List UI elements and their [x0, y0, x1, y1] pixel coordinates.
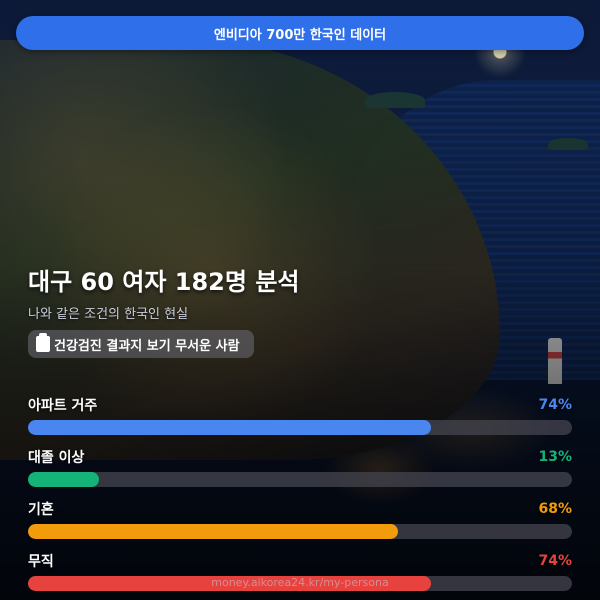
- top-banner[interactable]: 엔비디아 700만 한국인 데이터: [16, 16, 584, 50]
- stat-value: 74%: [538, 397, 572, 413]
- stat-label: 대졸 이상: [28, 450, 85, 466]
- persona-tag-text: 건강검진 결과지 보기 무서운 사람: [54, 338, 240, 354]
- stat-label: 기혼: [28, 502, 54, 518]
- progress-fill: [28, 472, 99, 487]
- persona-tag: 건강검진 결과지 보기 무서운 사람: [28, 330, 254, 358]
- stat-row-married: 기혼 68%: [28, 498, 572, 539]
- stat-label: 무직: [28, 554, 54, 570]
- footer-url[interactable]: money.aikorea24.kr/my-persona: [0, 576, 600, 589]
- stat-value: 68%: [538, 501, 572, 517]
- progress-track: [28, 524, 572, 539]
- progress-track: [28, 420, 572, 435]
- stat-label: 아파트 거주: [28, 398, 98, 414]
- progress-track: [28, 472, 572, 487]
- top-banner-text: 엔비디아 700만 한국인 데이터: [213, 27, 387, 43]
- stat-row-apartment: 아파트 거주 74%: [28, 394, 572, 435]
- clipboard-icon: [36, 333, 50, 352]
- stat-value: 74%: [538, 553, 572, 569]
- page-title: 대구 60 여자 182명 분석: [28, 268, 300, 296]
- stat-row-college: 대졸 이상 13%: [28, 446, 572, 487]
- progress-fill: [28, 524, 398, 539]
- page-subtitle: 나와 같은 조건의 한국인 현실: [28, 307, 189, 322]
- stat-value: 13%: [538, 449, 572, 465]
- progress-fill: [28, 420, 431, 435]
